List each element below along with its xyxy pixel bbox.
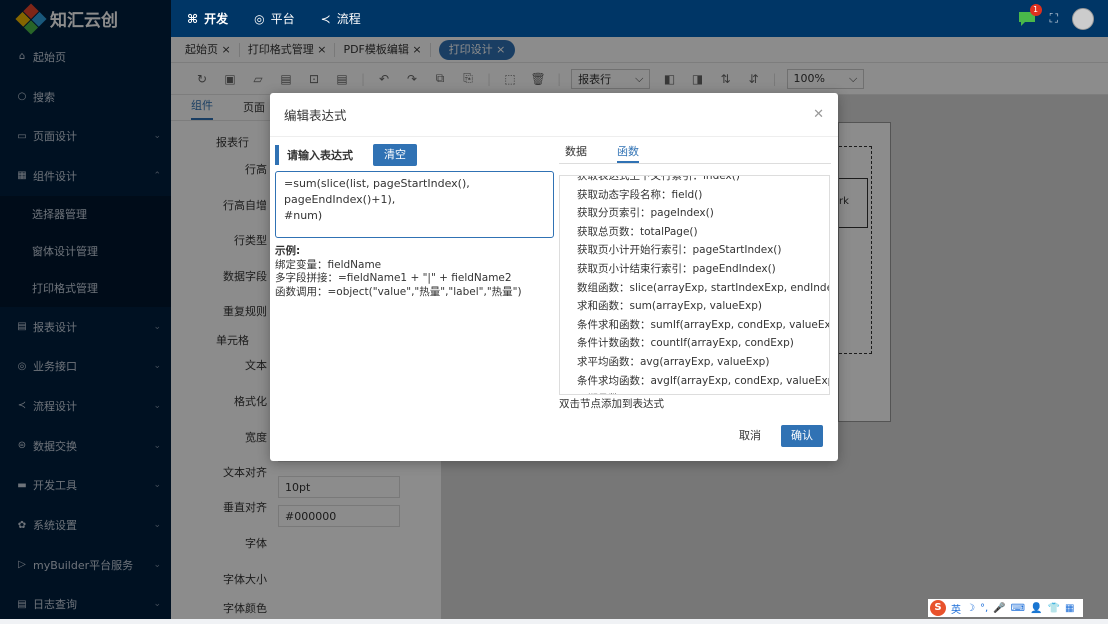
function-item[interactable]: 求平均函数：avg(arrayExp, valueExp) bbox=[577, 353, 829, 372]
function-item[interactable]: 条件求和函数：sumIf(arrayExp, condExp, valueExp… bbox=[577, 316, 829, 335]
nav-icon: ≺ bbox=[320, 11, 331, 26]
function-item[interactable]: 条件求均函数：avgIf(arrayExp, condExp, valueExp… bbox=[577, 372, 829, 391]
top-nav-item[interactable]: ⌘ 开发 bbox=[187, 10, 228, 27]
grid-icon[interactable]: ▦ bbox=[1065, 603, 1074, 614]
function-item[interactable]: 数组函数：slice(arrayExp, startIndexExp, endI… bbox=[577, 279, 829, 298]
avatar[interactable] bbox=[1072, 7, 1094, 30]
function-item[interactable]: 条件计数函数：countIf(arrayExp, condExp) bbox=[577, 334, 829, 353]
function-item[interactable]: 获取页小计结束行索引：pageEndIndex() bbox=[577, 260, 829, 279]
expression-label: 请输入表达式 bbox=[287, 149, 353, 162]
function-item[interactable]: 获取分页索引：pageIndex() bbox=[577, 204, 829, 223]
expression-input[interactable]: =sum(slice(list, pageStartIndex(), pageE… bbox=[275, 171, 554, 238]
ime-language[interactable]: 英 bbox=[951, 601, 961, 616]
example-line: 绑定变量：fieldName bbox=[275, 258, 382, 271]
sogou-logo-icon: S bbox=[930, 600, 946, 616]
user-icon[interactable]: 👤 bbox=[1030, 603, 1042, 614]
example-title: 示例: bbox=[275, 245, 301, 257]
close-icon[interactable]: ✕ bbox=[813, 107, 824, 122]
top-nav-label: 开发 bbox=[204, 12, 229, 26]
mic-icon[interactable]: 🎤 bbox=[993, 603, 1005, 614]
nav-icon: ◎ bbox=[254, 11, 265, 26]
nav-icon: ⌘ bbox=[187, 11, 199, 26]
tab-functions[interactable]: 函数 bbox=[617, 143, 639, 163]
example-line: 函数调用：=object("value","热量","label","热量") bbox=[275, 285, 522, 298]
function-item[interactable]: 日期函数：addDays(date, num) bbox=[577, 390, 829, 394]
top-nav-item[interactable]: ◎ 平台 bbox=[254, 10, 295, 27]
top-nav-bar: ⌘ 开发 ◎ 平台 ≺ 流程 1 ⛶ bbox=[171, 0, 1108, 37]
clear-button[interactable]: 清空 bbox=[373, 144, 417, 166]
cancel-button[interactable]: 取消 bbox=[729, 425, 771, 447]
top-nav-label: 平台 bbox=[270, 12, 295, 26]
title-accent-bar bbox=[275, 145, 279, 165]
punctuation-icon[interactable]: °, bbox=[980, 603, 988, 614]
ime-toolbar[interactable]: S 英 ☽ °, 🎤 ⌨ 👤 👕 ▦ bbox=[928, 599, 1083, 617]
function-item[interactable]: 获取动态字段名称：field() bbox=[577, 186, 829, 205]
example-line: 多字段拼接：=fieldName1 + "|" + fieldName2 bbox=[275, 272, 512, 284]
function-list[interactable]: 获取表达式上下文行索引：index() 获取动态字段名称：field() 获取分页索… bbox=[559, 175, 830, 395]
keyboard-icon[interactable]: ⌨ bbox=[1011, 603, 1025, 614]
function-item[interactable]: 获取总页数：totalPage() bbox=[577, 223, 829, 242]
tab-data[interactable]: 数据 bbox=[565, 143, 587, 163]
modal-backdrop bbox=[0, 0, 171, 619]
moon-icon[interactable]: ☽ bbox=[966, 603, 975, 614]
function-item[interactable]: 求和函数：sum(arrayExp, valueExp) bbox=[577, 297, 829, 316]
top-nav-label: 流程 bbox=[336, 12, 361, 26]
function-item[interactable]: 获取页小计开始行索引：pageStartIndex() bbox=[577, 241, 829, 260]
function-item[interactable]: 获取表达式上下文行索引：index() bbox=[577, 176, 829, 186]
examples: 示例: 绑定变量：fieldName 多字段拼接：=fieldName1 + "… bbox=[275, 245, 522, 299]
confirm-button[interactable]: 确认 bbox=[781, 425, 823, 447]
message-icon[interactable]: 1 bbox=[1018, 3, 1042, 27]
dialog-title: 编辑表达式 bbox=[284, 108, 347, 123]
edit-expression-dialog: 编辑表达式 ✕ 请输入表达式 清空 =sum(slice(list, pageS… bbox=[270, 93, 838, 461]
fullscreen-icon[interactable]: ⛶ bbox=[1050, 11, 1058, 26]
skin-icon[interactable]: 👕 bbox=[1048, 603, 1060, 614]
hint-text: 双击节点添加到表达式 bbox=[559, 398, 664, 410]
message-badge: 1 bbox=[1029, 3, 1042, 16]
top-nav-item[interactable]: ≺ 流程 bbox=[321, 10, 361, 27]
